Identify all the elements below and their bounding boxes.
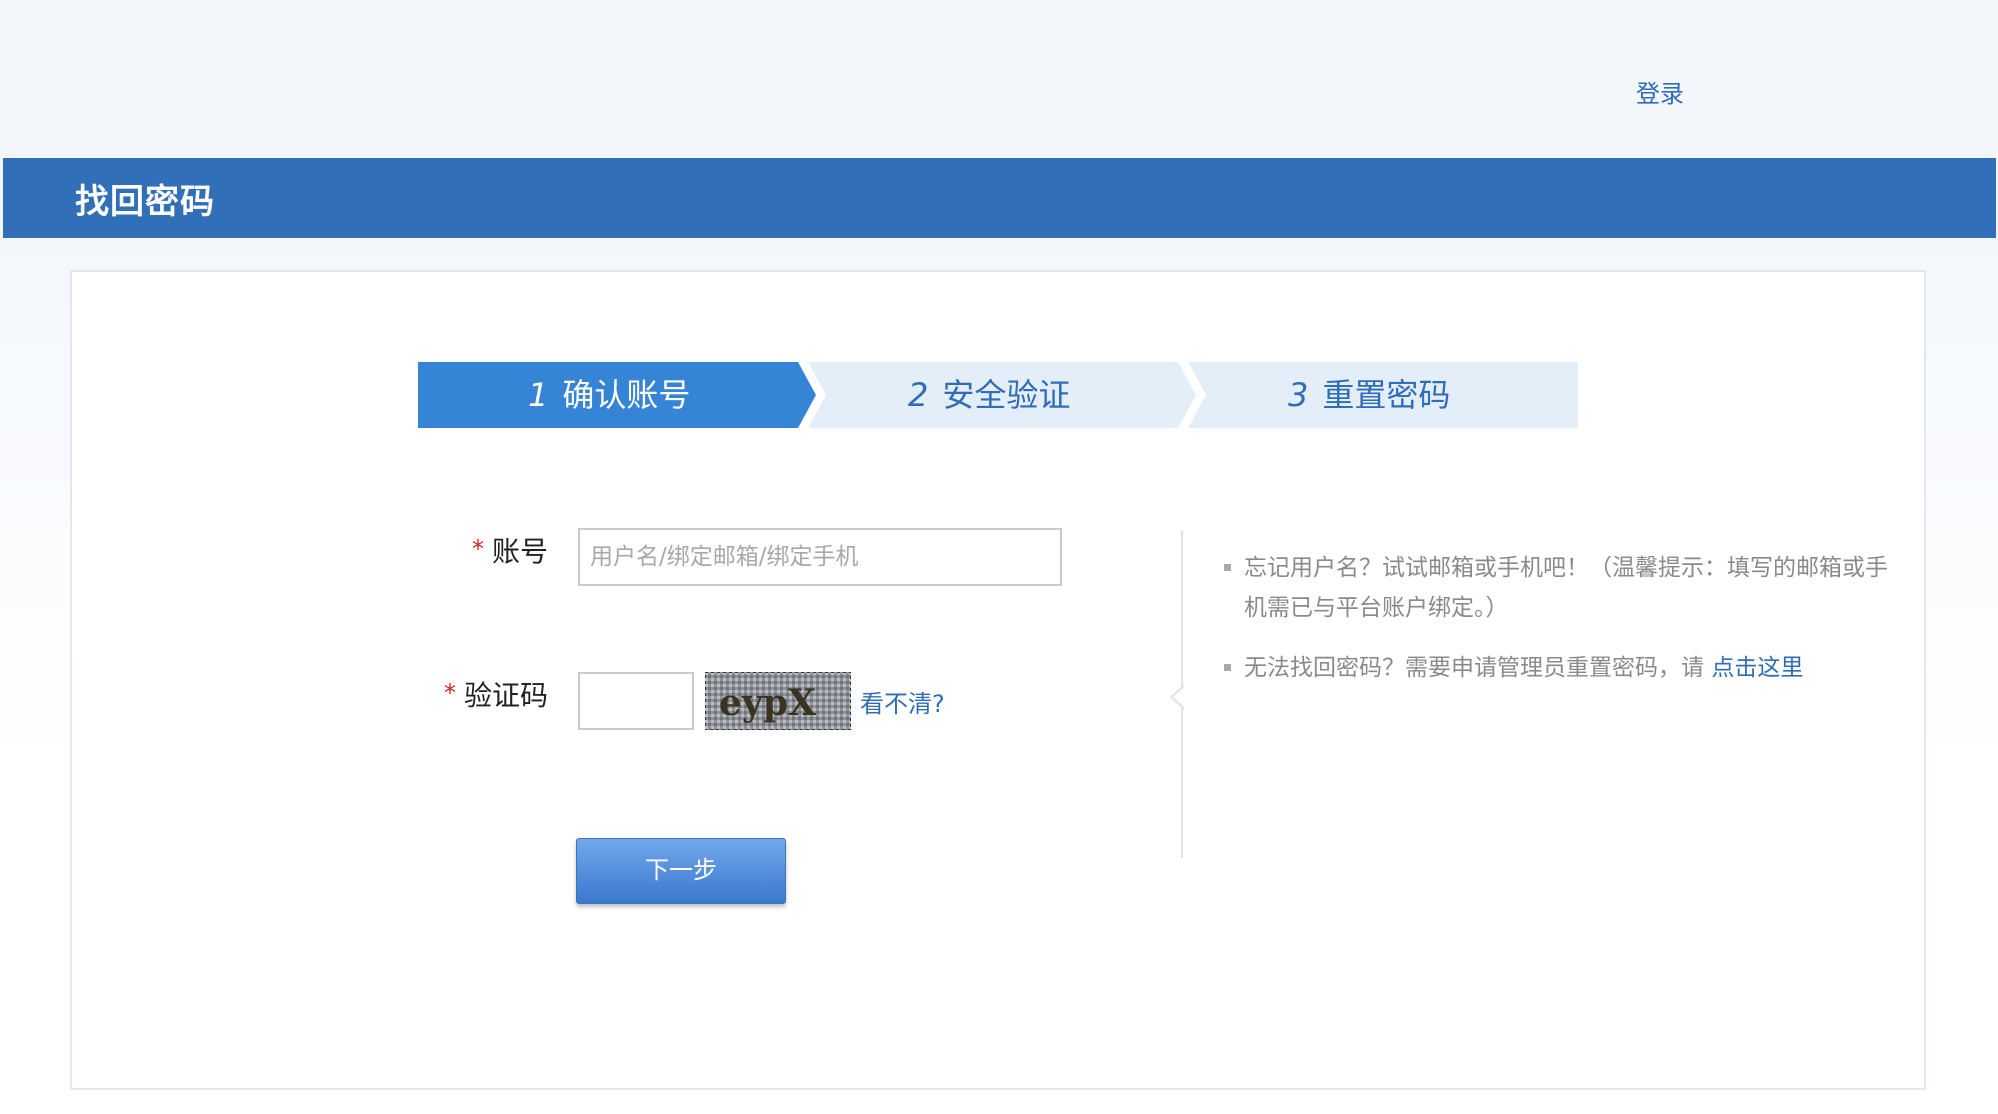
tip-2-text: 无法找回密码？需要申请管理员重置密码，请 bbox=[1244, 655, 1712, 681]
click-here-link[interactable]: 点击这里 bbox=[1711, 655, 1803, 681]
step-3-label: 重置密码 bbox=[1322, 376, 1451, 414]
step-1: 1 确认账号 bbox=[528, 362, 690, 428]
tip-admin-reset: 无法找回密码？需要申请管理员重置密码，请 点击这里 bbox=[1224, 648, 1904, 688]
tip-forgot-username: 忘记用户名？试试邮箱或手机吧！（温馨提示：填写的邮箱或手机需已与平台账户绑定。） bbox=[1224, 548, 1904, 628]
divider-arrow-icon bbox=[1170, 684, 1184, 710]
account-input[interactable] bbox=[578, 528, 1062, 586]
title-bar: 找回密码 bbox=[3, 158, 1996, 238]
step-1-label: 确认账号 bbox=[562, 376, 691, 414]
next-step-button[interactable]: 下一步 bbox=[576, 838, 786, 904]
captcha-label-row: * 验证码 bbox=[444, 674, 548, 714]
step-progress: 1 确认账号 2 安全验证 3 重置密码 bbox=[418, 362, 1578, 428]
page: 登录 找回密码 1确认账号 2安全验证 3重置密码 *账号 *验证码 bbox=[0, 0, 1998, 1114]
step-2: 2 安全验证 bbox=[908, 362, 1070, 428]
step-3: 3 重置密码 bbox=[1288, 362, 1450, 428]
account-label-row: * 账号 bbox=[472, 530, 548, 570]
page-title: 找回密码 bbox=[75, 182, 215, 222]
bullet-icon bbox=[1224, 664, 1231, 671]
account-label: 账号 bbox=[491, 535, 548, 568]
step-2-number: 2 bbox=[908, 376, 929, 414]
step-3-number: 3 bbox=[1288, 376, 1309, 414]
captcha-input[interactable] bbox=[578, 672, 694, 730]
required-mark: * bbox=[471, 535, 484, 563]
required-mark: * bbox=[443, 679, 456, 707]
captcha-label: 验证码 bbox=[463, 679, 548, 712]
bullet-icon bbox=[1224, 564, 1231, 571]
step-2-label: 安全验证 bbox=[942, 376, 1071, 414]
captcha-image[interactable]: eypX bbox=[705, 672, 851, 730]
captcha-refresh-link[interactable]: 看不清? bbox=[860, 684, 945, 719]
tip-1-text: 忘记用户名？试试邮箱或手机吧！（温馨提示：填写的邮箱或手机需已与平台账户绑定。） bbox=[1244, 555, 1888, 621]
step-1-number: 1 bbox=[528, 376, 549, 414]
login-link[interactable]: 登录 bbox=[1636, 74, 1684, 109]
captcha-text: eypX bbox=[719, 682, 816, 724]
